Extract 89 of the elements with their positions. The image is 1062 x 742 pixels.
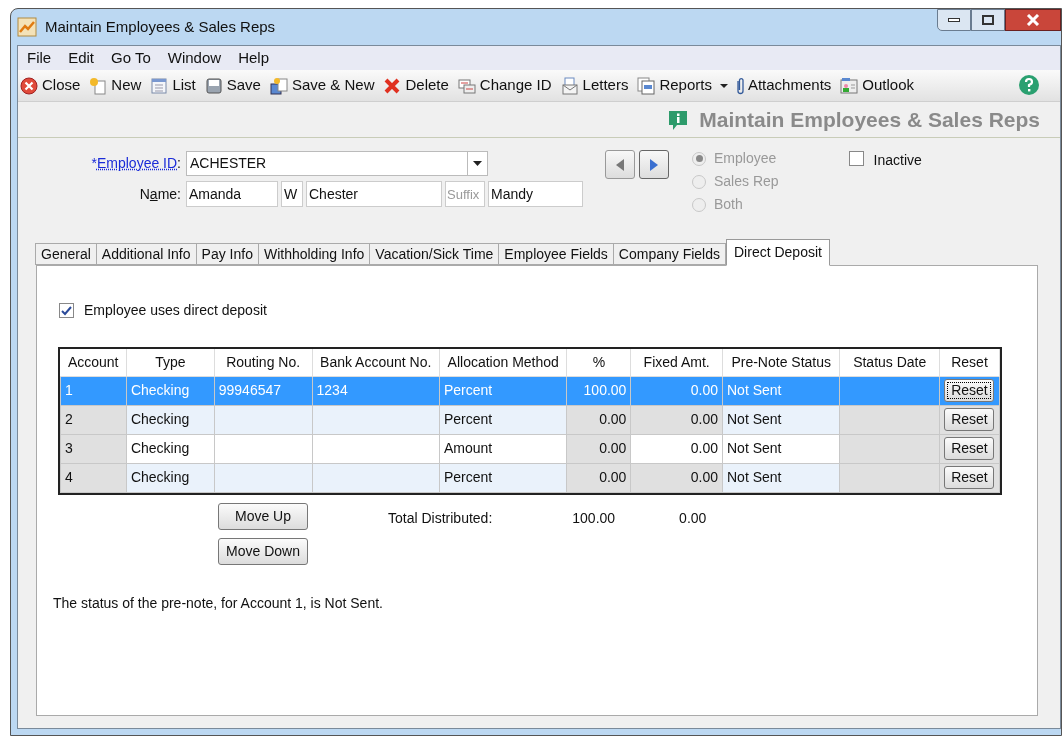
reset-button[interactable]: Reset	[944, 379, 995, 402]
checkbox-label: Inactive	[873, 151, 922, 170]
table-cell: 99946547	[214, 376, 313, 405]
nickname-field[interactable]: Suffix	[445, 181, 485, 207]
table-row[interactable]: 1 Checking 99946547 1234 Percent 100.00 0.00 Not Sent Reset	[60, 376, 1000, 405]
table-cell: 0.00	[630, 405, 723, 434]
name-label: Name:	[138, 184, 182, 204]
table-cell: Checking	[126, 463, 215, 492]
table-cell: Percent	[439, 463, 567, 492]
reset-button[interactable]: Reset	[944, 408, 995, 431]
column-header: Routing No.	[214, 349, 313, 376]
column-header: Pre-Note Status	[722, 349, 840, 376]
table-cell: Not Sent	[722, 405, 840, 434]
table-row[interactable]: 4 Checking Percent 0.00 0.00 Not Sent Reset	[60, 463, 1000, 492]
window-title: Maintain Employees & Sales Reps	[45, 16, 276, 37]
reset-button[interactable]: Reset	[944, 466, 995, 489]
toolbar-button[interactable]: List	[150, 72, 196, 99]
menu-item[interactable]: Help	[238, 46, 269, 70]
radio-label: Both	[714, 195, 743, 214]
table-cell: Checking	[126, 405, 215, 434]
menu-item[interactable]: File	[27, 46, 52, 70]
table-cell: 0.00	[567, 463, 631, 492]
table-cell: Checking	[126, 434, 215, 463]
table-cell: 100.00	[567, 376, 631, 405]
column-header: Status Date	[839, 349, 940, 376]
toolbar-button[interactable]: Close	[20, 72, 81, 99]
toolbar-button[interactable]: New	[89, 72, 142, 99]
last-name-field[interactable]: Chester	[306, 181, 442, 207]
radio-label: Sales Rep	[714, 172, 779, 191]
tab[interactable]: Pay Info	[195, 243, 259, 265]
checkbox-label: Employee uses direct deposit	[84, 300, 267, 320]
table-cell: Percent	[439, 376, 567, 405]
column-header: %	[567, 349, 631, 376]
table-cell: 0.00	[630, 376, 723, 405]
employee-id-dropdown[interactable]: ACHESTER	[186, 150, 488, 176]
page-title: Maintain Employees & Sales Reps	[699, 106, 1040, 133]
move-up-button[interactable]: Move Up	[218, 502, 308, 530]
table-cell: 0.00	[567, 434, 631, 463]
table-cell: Checking	[126, 376, 215, 405]
table-cell: 0.00	[567, 405, 631, 434]
menu-item[interactable]: Window	[167, 46, 222, 70]
tab[interactable]: Vacation/Sick Time	[369, 243, 500, 265]
status-message: The status of the pre-note, for Account 1, is Not Sent.	[53, 593, 384, 613]
table-row[interactable]: 2 Checking Percent 0.00 0.00 Not Sent Reset	[60, 405, 1000, 434]
table-cell: Not Sent	[722, 434, 840, 463]
middle-initial-field[interactable]: W	[281, 181, 303, 207]
table-row[interactable]: 3 Checking Amount 0.00 0.00 Not Sent Reset	[60, 434, 1000, 463]
table-cell: 4	[60, 463, 127, 492]
tab[interactable]: Additional Info	[95, 243, 197, 265]
tab[interactable]: Company Fields	[612, 243, 726, 265]
table-cell: Amount	[439, 434, 567, 463]
column-header: Bank Account No.	[312, 349, 440, 376]
table-cell: 3	[60, 434, 127, 463]
radio-label: Employee	[714, 149, 777, 168]
employee-id-label: *Employee ID:	[90, 153, 182, 173]
toolbar-button[interactable]: Delete	[383, 72, 449, 99]
table-cell: 1234	[312, 376, 440, 405]
menu-item[interactable]: Edit	[68, 46, 95, 70]
column-header: Reset	[939, 349, 1000, 376]
table-cell: Not Sent	[722, 463, 840, 492]
table-cell: Not Sent	[722, 376, 840, 405]
tab[interactable]: Direct Deposit	[726, 239, 830, 266]
tab[interactable]: Withholding Info	[257, 243, 371, 265]
total-fixed-amount: 0.00	[679, 508, 707, 528]
total-label: Total Distributed:	[388, 508, 493, 528]
tab[interactable]: General	[35, 243, 97, 265]
table-cell: 0.00	[630, 463, 723, 492]
table-cell: 1	[60, 376, 127, 405]
toolbar-button[interactable]: Attachments	[736, 72, 832, 99]
toolbar-button[interactable]: Change ID	[457, 72, 552, 99]
toolbar-button[interactable]: Save & New	[269, 72, 375, 99]
total-percent: 100.00	[572, 508, 616, 528]
table-cell: 0.00	[630, 434, 723, 463]
column-header: Account	[60, 349, 127, 376]
column-header: Fixed Amt.	[630, 349, 723, 376]
first-name-field[interactable]: Amanda	[186, 181, 278, 207]
menu-item[interactable]: Go To	[111, 46, 151, 70]
toolbar-button[interactable]: Letters	[560, 72, 629, 99]
column-header: Allocation Method	[439, 349, 567, 376]
toolbar-button[interactable]: Outlook	[840, 72, 914, 99]
nickname-field[interactable]: Mandy	[488, 181, 583, 207]
toolbar-button[interactable]: Save	[204, 72, 261, 99]
table-cell: 2	[60, 405, 127, 434]
table-cell: Percent	[439, 405, 567, 434]
tab[interactable]: Employee Fields	[498, 243, 614, 265]
move-down-button[interactable]: Move Down	[218, 537, 308, 565]
column-header: Type	[126, 349, 215, 376]
toolbar-button[interactable]: Reports	[637, 72, 728, 99]
reset-button[interactable]: Reset	[944, 437, 995, 460]
